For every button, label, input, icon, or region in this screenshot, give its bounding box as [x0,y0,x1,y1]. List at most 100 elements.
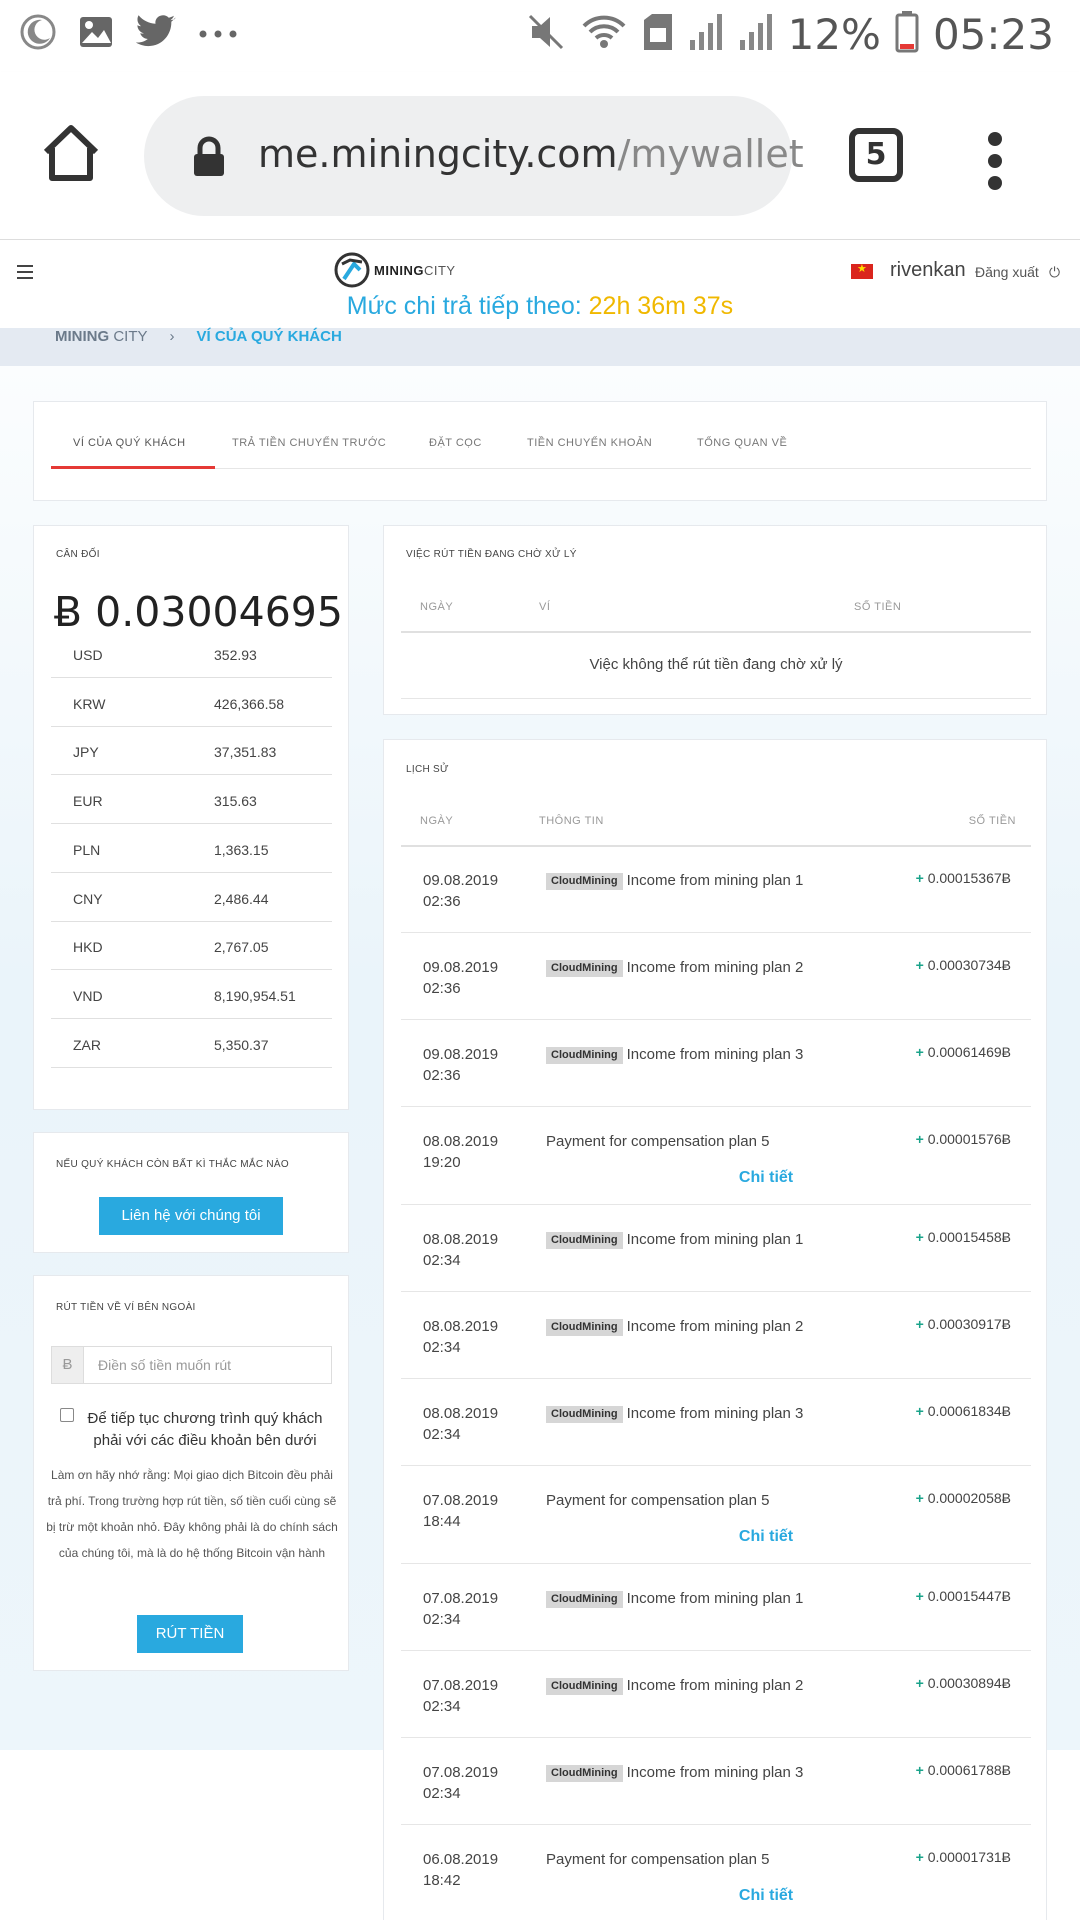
history-description: Payment for compensation plan 5 [546,1133,770,1150]
withdraw-amount-field: Ƀ [51,1346,332,1384]
history-row: 07.08.2019 02:34 CloudMining Income from mi… [401,1564,1031,1651]
plus-sign: + [915,1675,928,1691]
detail-link[interactable]: Chi tiết [401,1528,1031,1546]
currency-code: EUR [73,793,103,810]
balance-card: CÂN ĐỐI Ƀ 0.03004695 USD 352.93 KRW 426,366… [33,525,349,1110]
withdraw-button[interactable]: RÚT TIỀN [137,1615,243,1653]
tab-my-wallet[interactable]: VÍ CỦA QUÝ KHÁCH [73,437,186,449]
history-row: 06.08.2019 18:42 Payment for compensation … [401,1825,1031,1920]
home-icon[interactable] [40,124,102,187]
currency-code: JPY [73,744,99,761]
currency-code: VND [73,987,103,1004]
tabs-counter-button[interactable]: 5 [849,128,903,182]
history-description: Income from mining plan 1 [626,1590,804,1607]
history-info: CloudMining Income from mining plan 1 [546,1588,821,1609]
detail-link[interactable]: Chi tiết [401,1169,1031,1187]
history-description: Income from mining plan 1 [626,872,804,889]
cloudmining-badge: CloudMining [546,1232,623,1249]
history-amount-value: 0.00002058Ƀ [927,1490,1011,1506]
history-amount-value: 0.00061834Ƀ [927,1403,1011,1419]
moon-icon [20,14,56,55]
history-date: 07.08.2019 [423,1677,499,1694]
lock-icon [192,136,226,183]
history-amount: + 0.00015458Ƀ [916,1229,1011,1245]
history-amount-value: 0.00030894Ƀ [927,1675,1011,1691]
currency-code: HKD [73,939,103,956]
history-amount-value: 0.00001731Ƀ [927,1849,1011,1865]
breadcrumb-home[interactable]: MINING CITY [55,328,148,345]
currency-row: PLN 1,363.15 [51,825,332,873]
detail-link[interactable]: Chi tiết [401,1887,1031,1905]
history-time: 02:36 [423,1067,461,1084]
history-datetime: 08.08.2019 02:34 [423,1229,498,1271]
history-datetime: 08.08.2019 02:34 [423,1403,498,1445]
history-datetime: 06.08.2019 18:42 [423,1849,498,1891]
history-time: 02:36 [423,980,461,997]
history-description: Income from mining plan 3 [626,1405,804,1422]
hamburger-menu-icon[interactable] [17,265,33,283]
contact-us-button[interactable]: Liên hệ với chúng tôi [99,1197,283,1235]
history-amount: + 0.00015367Ƀ [916,870,1011,886]
pending-col-amount: SỐ TIỀN [854,601,902,613]
history-amount: + 0.00001576Ƀ [916,1131,1011,1147]
currency-code: USD [73,647,103,663]
breadcrumb-separator: › [169,328,175,345]
history-info: CloudMining Income from mining plan 1 [546,1229,821,1250]
history-info: CloudMining Income from mining plan 3 [546,1044,821,1065]
withdraw-amount-input[interactable] [85,1347,331,1383]
history-amount-value: 0.00061788Ƀ [927,1762,1011,1778]
wifi-icon [580,12,628,57]
tab-overview[interactable]: TỔNG QUAN VỀ [697,437,787,449]
next-payout-countdown: Mức chi trả tiếp theo: 22h 36m 37s [346,292,734,320]
site-header: MININGCITY rivenkan Đăng xuất ⏻ Mức chi … [0,240,1080,328]
battery-icon [895,11,919,58]
url-bar[interactable]: me.miningcity.com/mywallet [144,96,804,216]
kebab-menu-icon[interactable] [988,132,1004,198]
plus-sign: + [915,957,928,973]
currency-value: 2,486.44 [214,890,269,907]
tab-transfer[interactable]: TIỀN CHUYỂN KHOẢN [527,437,652,449]
currency-value: 5,350.37 [214,1036,269,1053]
history-amount: + 0.00030917Ƀ [916,1316,1011,1332]
breadcrumb-current: VÍ CỦA QUÝ KHÁCH [196,328,342,345]
logo-text: MININGCITY [374,262,456,278]
history-info: Payment for compensation plan 5 [546,1849,821,1870]
url-host: me.miningcity.com [258,132,618,176]
logout-link[interactable]: Đăng xuất [975,264,1039,280]
image-icon [78,15,114,54]
history-date: 07.08.2019 [423,1492,499,1509]
history-date: 08.08.2019 [423,1405,499,1422]
history-time: 02:34 [423,1785,461,1802]
cloudmining-badge: CloudMining [546,1765,623,1782]
tab-prepaid[interactable]: TRẢ TIỀN CHUYỂN TRƯỚC [232,437,386,449]
history-info: CloudMining Income from mining plan 2 [546,1675,821,1696]
currency-row: VND 8,190,954.51 [51,971,332,1019]
history-datetime: 07.08.2019 02:34 [423,1762,498,1804]
power-icon[interactable]: ⏻ [1049,264,1060,281]
history-info: CloudMining Income from mining plan 2 [546,1316,821,1337]
plus-sign: + [915,1588,928,1604]
vietnam-flag-icon[interactable] [851,262,873,279]
tab-deposit[interactable]: ĐẶT CỌC [429,437,482,449]
history-time: 02:34 [423,1339,461,1356]
clock: 05:23 [932,10,1054,59]
history-date: 08.08.2019 [423,1318,499,1335]
currency-value: 315.63 [214,793,257,810]
breadcrumb-bar: MINING CITY › VÍ CỦA QUÝ KHÁCH [0,328,1080,366]
terms-checkbox[interactable] [60,1408,74,1422]
cloudmining-badge: CloudMining [546,1319,623,1336]
history-row: 09.08.2019 02:36 CloudMining Income from mi… [401,933,1031,1020]
history-date: 09.08.2019 [423,1046,499,1063]
signal-icon [738,12,774,57]
contact-title: NẾU QUÝ KHÁCH CÒN BẤT KÌ THẮC MẮC NÀO [56,1159,289,1170]
history-amount: + 0.00061788Ƀ [916,1762,1011,1778]
history-amount: + 0.00061834Ƀ [916,1403,1011,1419]
history-datetime: 07.08.2019 18:44 [423,1490,498,1532]
breadcrumb: MINING CITY › VÍ CỦA QUÝ KHÁCH [55,328,342,345]
mute-icon [528,12,566,57]
pending-empty-message: Việc không thể rút tiền đang chờ xử lý [589,656,843,673]
username[interactable]: rivenkan [890,259,966,282]
history-col-amount: SỐ TIỀN [968,815,1016,827]
history-time: 02:34 [423,1252,461,1269]
site-logo[interactable]: MININGCITY [334,252,456,288]
